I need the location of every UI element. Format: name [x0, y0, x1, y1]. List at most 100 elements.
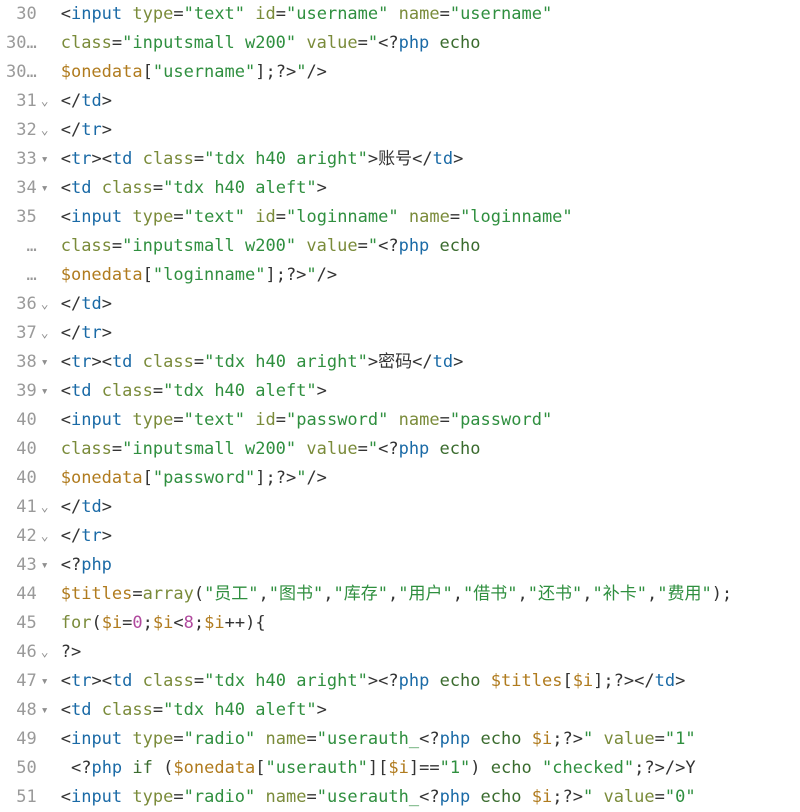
code-line[interactable]: <input type="radio" name="userauth_<?php… [61, 783, 800, 812]
code-line[interactable]: <tr><td class="tdx h40 aright">账号</td> [61, 145, 800, 174]
token: if [132, 758, 152, 778]
token: "loginname" [460, 207, 573, 227]
token: " [296, 62, 306, 82]
code-line[interactable]: <input type="radio" name="userauth_<?php… [61, 725, 800, 754]
code-line[interactable]: $onedata["loginname"];?>"/> [61, 261, 800, 290]
token: class [102, 381, 153, 401]
fold-marker-icon[interactable]: ▾ [37, 667, 50, 696]
gutter-row: 31⌄ [6, 87, 50, 116]
gutter-row: 30… [6, 29, 50, 58]
token: $titles [491, 671, 563, 691]
token [245, 410, 255, 430]
token: $onedata [61, 62, 143, 82]
token: td [81, 497, 101, 517]
token: ]; [255, 468, 275, 488]
gutter-row: 51 [6, 783, 50, 812]
code-line[interactable]: $onedata["username"];?>"/> [61, 58, 800, 87]
fold-marker-icon[interactable]: ⌄ [37, 522, 50, 551]
token: = [194, 149, 204, 169]
code-line[interactable]: </tr> [61, 319, 800, 348]
line-number: 41 [11, 493, 37, 522]
code-line[interactable]: <td class="tdx h40 aleft"> [61, 696, 800, 725]
token: input [71, 4, 122, 24]
code-area[interactable]: <input type="text" id="username" name="u… [55, 0, 800, 812]
token: $onedata [61, 265, 143, 285]
fold-marker-icon[interactable]: ⌄ [37, 493, 50, 522]
fold-marker-icon[interactable]: ⌄ [37, 290, 50, 319]
code-editor[interactable]: 3030…30…31⌄32⌄33▾34▾35……36⌄37⌄38▾39▾4040… [0, 0, 800, 812]
code-line[interactable]: <?php if ($onedata["userauth"][$i]=="1")… [61, 754, 800, 783]
fold-marker-icon[interactable]: ▾ [37, 174, 50, 203]
code-line[interactable]: <td class="tdx h40 aleft"> [61, 377, 800, 406]
line-number: 40 [11, 464, 37, 493]
token: "username" [153, 62, 255, 82]
token: < [61, 381, 71, 401]
token: , [582, 584, 592, 604]
line-number: 38 [11, 348, 37, 377]
code-line[interactable]: $titles=array("员工","图书","库存","用户","借书","… [61, 580, 800, 609]
fold-marker-icon[interactable]: ⌄ [37, 116, 50, 145]
token: php [440, 787, 471, 807]
fold-marker-icon[interactable]: ▾ [37, 551, 50, 580]
token: <? [378, 439, 398, 459]
code-line[interactable]: </tr> [61, 522, 800, 551]
line-number: 37 [11, 319, 37, 348]
code-line[interactable]: <?php [61, 551, 800, 580]
token [470, 729, 480, 749]
fold-marker-icon[interactable]: ⌄ [37, 319, 50, 348]
token: = [173, 410, 183, 430]
code-line[interactable]: </td> [61, 87, 800, 116]
token: </ [412, 149, 432, 169]
token: ]== [409, 758, 440, 778]
gutter-row: 35 [6, 203, 50, 232]
code-line[interactable]: class="inputsmall w200" value="<?php ech… [61, 232, 800, 261]
token: = [306, 729, 316, 749]
gutter-row: 49 [6, 725, 50, 754]
token: type [132, 410, 173, 430]
token: = [655, 787, 665, 807]
code-line[interactable]: <tr><td class="tdx h40 aright">密码</td> [61, 348, 800, 377]
token: "password" [286, 410, 388, 430]
token [429, 671, 439, 691]
code-line[interactable]: <tr><td class="tdx h40 aright"><?php ech… [61, 667, 800, 696]
fold-marker-icon[interactable]: ⌄ [37, 638, 50, 667]
token: "补卡" [592, 584, 646, 604]
code-line[interactable]: class="inputsmall w200" value="<?php ech… [61, 435, 800, 464]
gutter-row: 36⌄ [6, 290, 50, 319]
line-number: … [11, 261, 37, 290]
code-line[interactable]: <input type="text" id="loginname" name="… [61, 203, 800, 232]
code-line[interactable]: class="inputsmall w200" value="<?php ech… [61, 29, 800, 58]
code-line[interactable]: </tr> [61, 116, 800, 145]
token: class [102, 700, 153, 720]
code-line[interactable]: <input type="text" id="username" name="u… [61, 0, 800, 29]
fold-marker-icon[interactable]: ▾ [37, 145, 50, 174]
token [122, 410, 132, 430]
code-line[interactable]: for($i=0;$i<8;$i++){ [61, 609, 800, 638]
token: tr [81, 526, 101, 546]
fold-marker-icon[interactable]: ▾ [37, 348, 50, 377]
token: [ [143, 62, 153, 82]
code-line[interactable]: </td> [61, 493, 800, 522]
token: 密码 [378, 352, 412, 372]
code-line[interactable]: $onedata["password"];?>"/> [61, 464, 800, 493]
token: tr [81, 120, 101, 140]
code-line[interactable]: <td class="tdx h40 aleft"> [61, 174, 800, 203]
token [132, 149, 142, 169]
token: php [399, 33, 430, 53]
code-line[interactable]: ?> [61, 638, 800, 667]
token: $onedata [61, 468, 143, 488]
token: < [61, 787, 71, 807]
code-line[interactable]: <input type="text" id="password" name="p… [61, 406, 800, 435]
fold-marker-icon[interactable]: ▾ [37, 377, 50, 406]
token: php [399, 671, 430, 691]
token: tr [71, 149, 91, 169]
token: "费用" [657, 584, 711, 604]
fold-marker-icon[interactable]: ⌄ [37, 87, 50, 116]
token [521, 787, 531, 807]
token: "inputsmall w200" [122, 236, 296, 256]
fold-marker-icon[interactable]: ▾ [37, 696, 50, 725]
token: = [358, 439, 368, 459]
code-line[interactable]: </td> [61, 290, 800, 319]
line-number: 30… [6, 29, 37, 58]
line-number: 30… [6, 58, 37, 87]
